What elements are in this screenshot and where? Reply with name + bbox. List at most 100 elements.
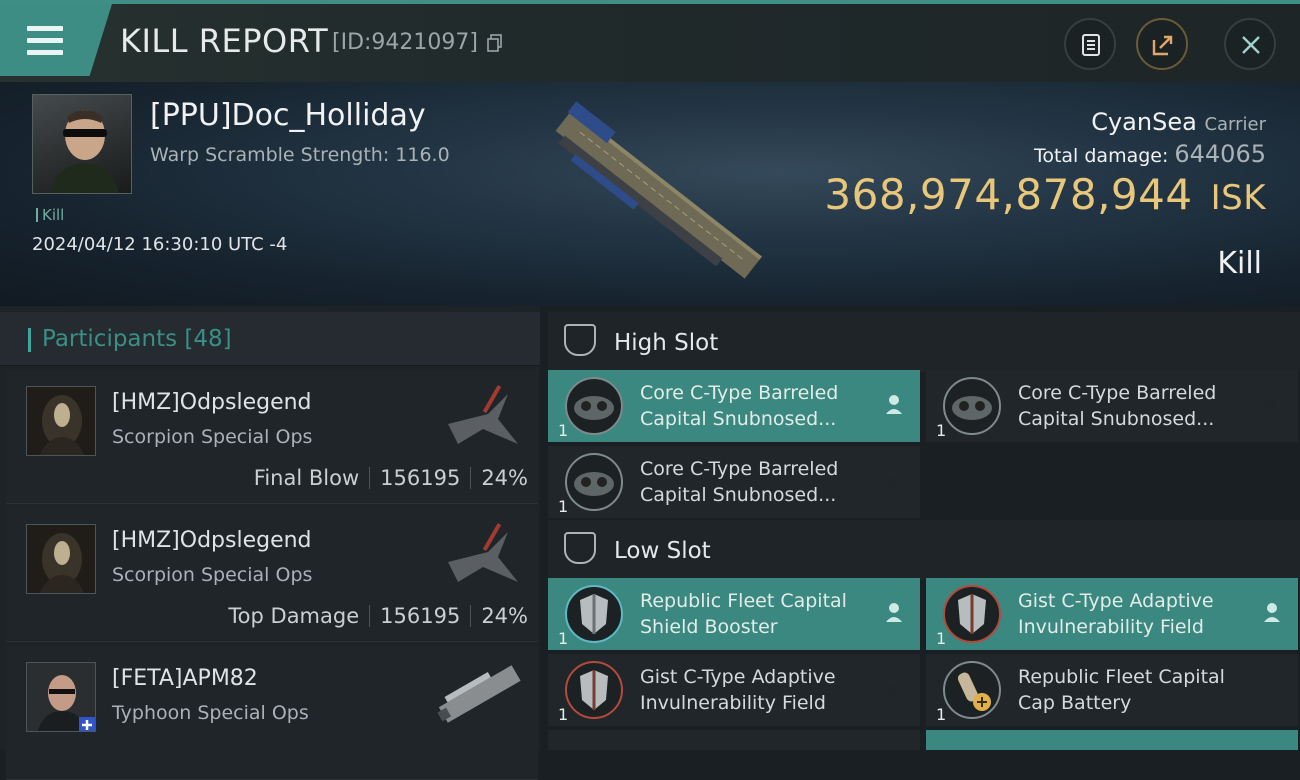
person-icon[interactable] xyxy=(1262,602,1282,624)
isk-unit: ISK xyxy=(1210,178,1266,218)
participant-avatar xyxy=(26,524,96,594)
share-button[interactable] xyxy=(1136,18,1188,70)
isk-value: 368,974,878,944 ISK xyxy=(824,170,1266,219)
low-slot-icon xyxy=(564,532,596,564)
module-name: Gist C-Type Adaptive Invulnerability Fie… xyxy=(640,666,836,714)
module-name: Republic Fleet Capital Shield Booster xyxy=(640,590,847,638)
victim-ship-name[interactable]: CyanSea xyxy=(1091,108,1197,136)
participant-row[interactable]: [HMZ]Odpslegend Scorpion Special Ops Fin… xyxy=(6,370,538,504)
participant-damage: 156195 xyxy=(380,604,461,628)
participants-header[interactable]: Participants [48] xyxy=(0,312,540,366)
module-quantity: 1 xyxy=(558,705,569,724)
victim-ship-image xyxy=(555,101,762,279)
participant-row[interactable]: [FETA]APM82 Typhoon Special Ops xyxy=(6,646,538,780)
kill-datetime: 2024/04/12 16:30:10 UTC -4 xyxy=(32,234,288,255)
hamburger-icon xyxy=(27,26,63,55)
participant-stats: Top Damage 156195 24% xyxy=(228,604,528,628)
clipboard-button[interactable] xyxy=(1064,18,1116,70)
low-slot-header: Low Slot xyxy=(548,520,1300,580)
module-item[interactable]: 1 Core C-Type Barreled Capital Snubnosed… xyxy=(548,446,920,518)
participants-label: Participants xyxy=(42,326,178,352)
separator xyxy=(369,467,371,489)
module-item[interactable]: 1 Republic Fleet Capital Shield Booster xyxy=(548,578,920,650)
high-slot-label: High Slot xyxy=(614,330,719,356)
shield-module-icon xyxy=(943,585,1001,643)
module-quantity: 1 xyxy=(936,629,947,648)
module-item[interactable]: 1 Gist C-Type Adaptive Invulnerability F… xyxy=(548,654,920,726)
close-icon xyxy=(1242,36,1260,54)
participant-ship: Scorpion Special Ops xyxy=(112,564,313,586)
module-quantity: 1 xyxy=(936,421,947,440)
participant-row[interactable]: [HMZ]Odpslegend Scorpion Special Ops Top… xyxy=(6,508,538,642)
turret-module-icon xyxy=(565,453,623,511)
total-damage-value: 644065 xyxy=(1174,140,1266,168)
separator xyxy=(369,605,371,627)
module-item[interactable]: 1 Gist C-Type Adaptive Invulnerability F… xyxy=(926,578,1298,650)
module-quantity: 1 xyxy=(558,497,569,516)
participant-damage: 156195 xyxy=(380,466,461,490)
kill-tag: Kill xyxy=(36,206,64,224)
close-icon[interactable]: ✕ xyxy=(1262,394,1280,419)
participant-avatar xyxy=(26,386,96,456)
battery-module-icon xyxy=(943,661,1001,719)
turret-module-icon xyxy=(565,377,623,435)
participant-ship-image xyxy=(448,385,518,444)
close-icon[interactable]: ✕ xyxy=(884,678,902,703)
victim-pilot-name[interactable]: [PPU]Doc_Holliday xyxy=(150,98,426,133)
module-name: Core C-Type Barreled Capital Snubnosed..… xyxy=(1018,382,1217,430)
isk-amount: 368,974,878,944 xyxy=(824,170,1193,219)
high-slot-icon xyxy=(564,324,596,356)
victim-avatar[interactable] xyxy=(32,94,132,194)
total-damage-label: Total damage: xyxy=(1033,145,1169,167)
warp-scramble-strength: Warp Scramble Strength: 116.0 xyxy=(150,144,450,166)
copy-icon[interactable] xyxy=(487,34,503,52)
participant-avatar xyxy=(26,662,96,732)
clipboard-icon xyxy=(1082,34,1100,56)
person-icon[interactable] xyxy=(884,394,904,416)
close-icon[interactable]: ✕ xyxy=(1262,678,1280,703)
victim-ship: CyanSea Carrier xyxy=(1091,108,1266,136)
module-name: Republic Fleet Capital Cap Battery xyxy=(1018,666,1225,714)
module-quantity: 1 xyxy=(558,629,569,648)
participant-stats: Final Blow 156195 24% xyxy=(254,466,528,490)
module-item-partial[interactable] xyxy=(548,730,920,750)
participant-name: [HMZ]Odpslegend xyxy=(112,390,312,415)
separator xyxy=(470,605,472,627)
module-quantity: 1 xyxy=(936,705,947,724)
participant-percent: 24% xyxy=(481,466,528,490)
participants-title: Participants [48] xyxy=(42,326,232,352)
kill-result: Kill xyxy=(1217,246,1262,281)
high-slot-header: High Slot xyxy=(548,312,1300,372)
header-accent-bar xyxy=(28,328,31,352)
participant-ship: Scorpion Special Ops xyxy=(112,426,313,448)
participant-ship: Typhoon Special Ops xyxy=(112,702,309,724)
participant-percent: 24% xyxy=(481,604,528,628)
person-icon[interactable] xyxy=(884,602,904,624)
victim-ship-class: Carrier xyxy=(1204,114,1266,135)
module-item[interactable]: 1 Core C-Type Barreled Capital Snubnosed… xyxy=(548,370,920,442)
participant-ship-image xyxy=(437,665,521,723)
close-button[interactable] xyxy=(1224,18,1276,70)
module-item-partial[interactable] xyxy=(926,730,1298,750)
module-quantity: 1 xyxy=(558,421,569,440)
close-icon[interactable]: ✕ xyxy=(884,470,902,495)
participant-role: Final Blow xyxy=(253,466,360,490)
participant-name: [HMZ]Odpslegend xyxy=(112,528,312,553)
module-name: Core C-Type Barreled Capital Snubnosed..… xyxy=(640,382,839,430)
module-name: Core C-Type Barreled Capital Snubnosed..… xyxy=(640,458,839,506)
total-damage: Total damage: 644065 xyxy=(1034,140,1266,168)
turret-module-icon xyxy=(943,377,1001,435)
report-id: [ID:9421097] xyxy=(332,30,478,55)
module-item[interactable]: 1 Republic Fleet Capital Cap Battery ✕ xyxy=(926,654,1298,726)
module-item[interactable]: 1 Core C-Type Barreled Capital Snubnosed… xyxy=(926,370,1298,442)
shield-module-icon xyxy=(565,661,623,719)
participant-ship-image xyxy=(448,523,518,582)
low-slot-label: Low Slot xyxy=(614,538,711,564)
page-title: KILL REPORT xyxy=(120,22,329,60)
participant-role: Top Damage xyxy=(228,604,360,628)
participant-name: [FETA]APM82 xyxy=(112,666,258,691)
module-name: Gist C-Type Adaptive Invulnerability Fie… xyxy=(1018,590,1214,638)
share-icon xyxy=(1152,35,1173,56)
shield-module-icon xyxy=(565,585,623,643)
participants-count: [48] xyxy=(184,326,232,352)
